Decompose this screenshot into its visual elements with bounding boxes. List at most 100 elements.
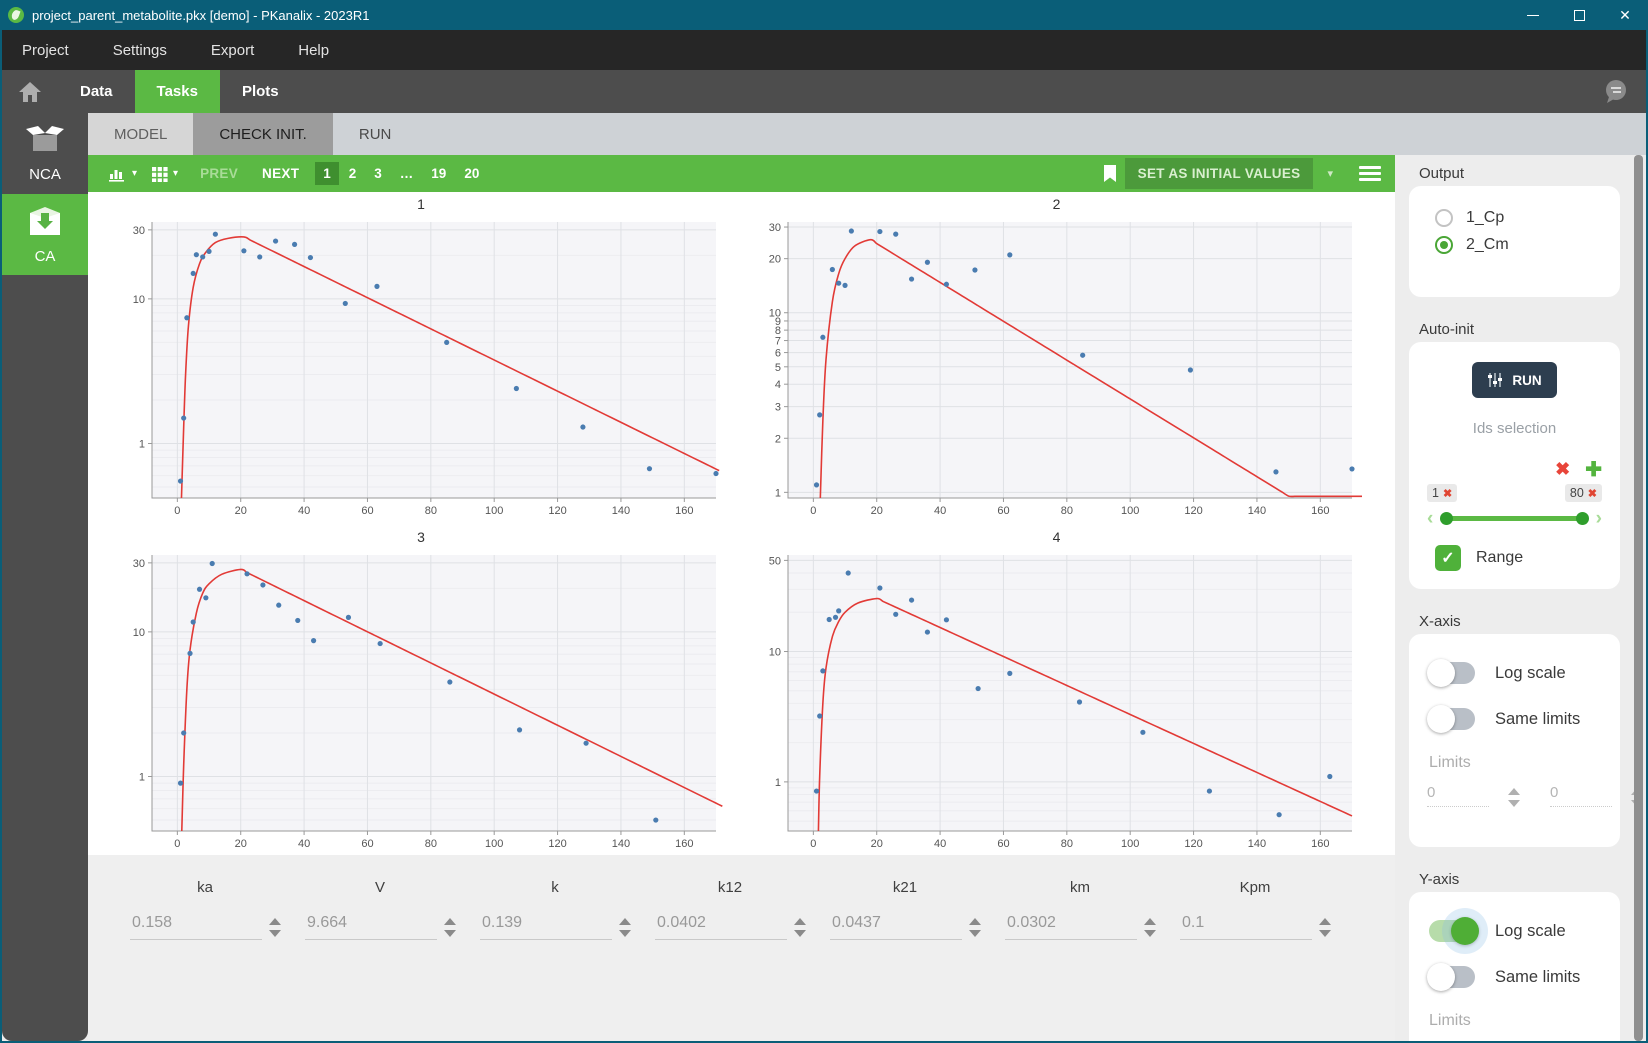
minimize-button[interactable] <box>1510 0 1556 30</box>
plot-chart-4[interactable]: 501010 20 40 60 80 100 120 140 160 <box>752 549 1362 849</box>
range-min-badge[interactable]: 1 ✖ <box>1427 484 1458 502</box>
svg-text:0: 0 <box>174 838 180 849</box>
page-button-20[interactable]: 20 <box>456 162 487 185</box>
tab-data[interactable]: Data <box>58 70 135 113</box>
x-axis-log-scale-toggle[interactable] <box>1427 659 1475 687</box>
svg-text:140: 140 <box>612 838 630 849</box>
subtab-check-init[interactable]: CHECK INIT. <box>193 113 333 155</box>
data-point <box>943 616 949 622</box>
x-axis-same-limits-label: Same limits <box>1495 709 1581 728</box>
svg-text:5: 5 <box>774 362 780 374</box>
up-arrow-icon <box>1508 788 1520 795</box>
page-button-19[interactable]: 19 <box>423 162 454 185</box>
parameter-stepper[interactable] <box>1319 917 1331 937</box>
data-point <box>1139 729 1145 735</box>
x-axis-same-limits-toggle[interactable] <box>1427 705 1475 733</box>
y-axis-same-limits-toggle[interactable] <box>1427 963 1475 991</box>
range-checkbox[interactable]: ✓ <box>1435 545 1461 571</box>
plot-menu-button[interactable] <box>1359 166 1381 181</box>
x-limit-min-stepper[interactable] <box>1508 788 1520 807</box>
slider-handle-max[interactable] <box>1575 512 1589 525</box>
data-point <box>1348 466 1355 472</box>
parameter-value-input[interactable]: 0.0302 <box>1005 914 1137 940</box>
bookmark-button[interactable] <box>1103 164 1117 183</box>
set-initial-dropdown[interactable]: ▾ <box>1321 167 1339 180</box>
parameter-stepper[interactable] <box>794 917 806 937</box>
sidebar-item-ca[interactable]: CA <box>2 194 88 275</box>
svg-text:4: 4 <box>774 379 780 391</box>
subtab-run[interactable]: RUN <box>333 113 418 155</box>
tab-tasks[interactable]: Tasks <box>134 70 220 113</box>
svg-text:3: 3 <box>774 402 780 414</box>
parameter-stepper[interactable] <box>444 917 456 937</box>
panel-scrollbar[interactable] <box>1634 155 1643 1041</box>
data-point <box>310 637 317 643</box>
tab-plots[interactable]: Plots <box>220 70 301 113</box>
parameter-stepper[interactable] <box>269 917 281 937</box>
remove-min-icon[interactable]: ✖ <box>1443 487 1452 500</box>
parameter-value-input[interactable]: 0.0437 <box>830 914 962 940</box>
plot-chart-1[interactable]: 301010 20 40 60 80 100 120 140 160 <box>116 216 726 516</box>
subtab-model[interactable]: MODEL <box>88 113 194 155</box>
y-axis-same-limits-label: Same limits <box>1495 967 1581 986</box>
parameter-value-input[interactable]: 0.158 <box>130 914 262 940</box>
x-axis-limit-max-input[interactable]: 0 <box>1550 784 1612 807</box>
parameter-stepper[interactable] <box>969 917 981 937</box>
radio-icon[interactable] <box>1435 236 1453 254</box>
slider-handle-min[interactable] <box>1440 512 1454 525</box>
parameter-value-input[interactable]: 0.0402 <box>655 914 787 940</box>
slider-right-chevron-icon[interactable]: › <box>1596 509 1602 528</box>
parameter-value-input[interactable]: 0.1 <box>1180 914 1312 940</box>
menu-item-help[interactable]: Help <box>298 42 329 59</box>
page-button-…[interactable]: … <box>392 162 422 185</box>
next-page-button[interactable]: NEXT <box>262 166 299 181</box>
remove-max-icon[interactable]: ✖ <box>1588 487 1597 500</box>
data-point <box>272 238 279 244</box>
parameter-stepper[interactable] <box>619 917 631 937</box>
remove-selection-icon[interactable]: ✖ <box>1555 459 1570 480</box>
grid-layout-dropdown[interactable]: ▾ <box>151 166 178 182</box>
auto-init-run-button[interactable]: RUN <box>1472 362 1557 398</box>
radio-icon[interactable] <box>1435 209 1453 227</box>
page-button-2[interactable]: 2 <box>341 162 365 185</box>
x-axis-limit-min-input[interactable]: 0 <box>1427 784 1489 807</box>
menu-item-project[interactable]: Project <box>22 42 69 59</box>
data-point <box>1276 811 1282 817</box>
output-option-1_cp[interactable]: 1_Cp <box>1435 209 1602 227</box>
y-axis-log-scale-toggle[interactable] <box>1429 917 1479 945</box>
maximize-button[interactable] <box>1556 0 1602 30</box>
parameter-value-input[interactable]: 9.664 <box>305 914 437 940</box>
data-point <box>181 729 187 736</box>
down-arrow-icon <box>1319 929 1331 937</box>
check-icon: ✓ <box>1441 550 1455 567</box>
data-point <box>276 602 282 608</box>
page-button-1[interactable]: 1 <box>315 162 339 185</box>
sidebar-item-nca[interactable]: NCA <box>2 113 88 194</box>
parameter-value-input[interactable]: 0.139 <box>480 914 612 940</box>
set-as-initial-values-button[interactable]: SET AS INITIAL VALUES <box>1124 158 1314 189</box>
svg-text:30: 30 <box>768 222 780 234</box>
ids-range-slider[interactable] <box>1440 512 1589 525</box>
chart-type-dropdown[interactable]: ▾ <box>108 166 137 182</box>
menu-item-export[interactable]: Export <box>211 42 254 59</box>
data-point <box>181 415 187 421</box>
plot-chart-3[interactable]: 301010 20 40 60 80 100 120 140 160 <box>116 549 726 849</box>
range-max-badge[interactable]: 80 ✖ <box>1564 484 1602 502</box>
pkanalix-app-icon <box>8 7 24 23</box>
menu-item-settings[interactable]: Settings <box>113 42 167 59</box>
plots-grid: 1 30 10 1 0 20 40 60 80 100 120 140 160 2 30 20 10 9 8 7 6 5 4… <box>88 192 1395 855</box>
data-point <box>206 248 212 254</box>
plot-chart-2[interactable]: 3020109876543210 20 40 60 80 100 120 140 160 <box>752 216 1362 516</box>
home-button[interactable] <box>2 70 58 113</box>
page-button-3[interactable]: 3 <box>366 162 390 185</box>
x-axis-limits-label: Limits <box>1429 754 1471 771</box>
close-button[interactable]: ✕ <box>1602 0 1648 30</box>
parameter-stepper[interactable] <box>1144 917 1156 937</box>
add-selection-icon[interactable]: ✚ <box>1585 457 1602 482</box>
plot-cell-1: 1 30 10 1 0 20 40 60 80 100 120 140 160 <box>116 196 752 523</box>
down-arrow-icon <box>619 929 631 937</box>
slider-left-chevron-icon[interactable]: ‹ <box>1427 509 1433 528</box>
prev-page-button[interactable]: PREV <box>200 166 238 181</box>
feedback-button[interactable] <box>1602 70 1646 113</box>
output-option-2_cm[interactable]: 2_Cm <box>1435 236 1602 254</box>
